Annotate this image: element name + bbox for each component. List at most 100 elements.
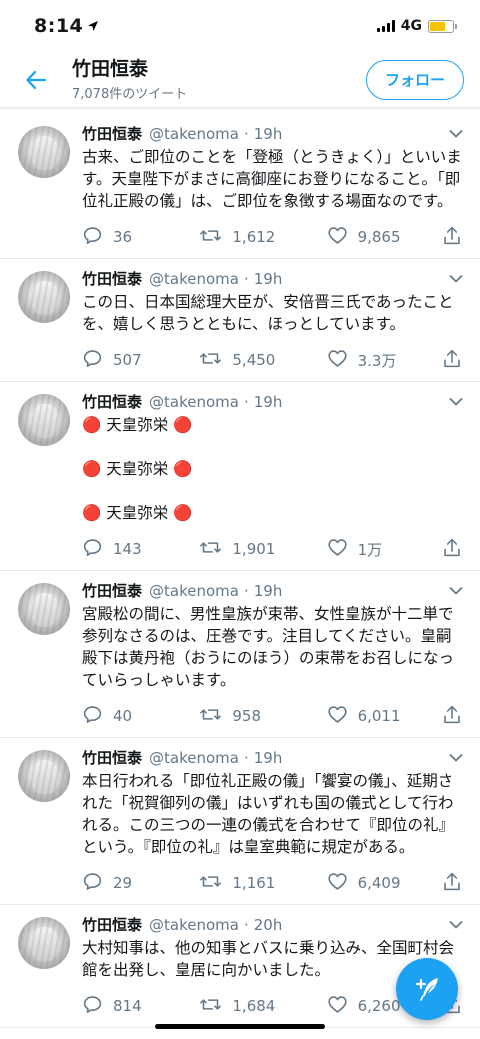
tweet[interactable]: 竹田恒泰 @takenoma · 19h 🔴 天皇弥栄 🔴 🔴 天皇弥栄 🔴 🔴 天皇弥… [0, 382, 480, 571]
timeline: 竹田恒泰 @takenoma · 19h 古来、ご即位のことを「登極（とうきょく）」とい… [0, 114, 480, 1028]
share-button[interactable] [442, 704, 462, 729]
reply-button[interactable]: 29 [82, 871, 199, 896]
reply-count: 36 [113, 228, 133, 246]
like-button[interactable]: 3.3万 [327, 348, 442, 373]
tweet[interactable]: 竹田恒泰 @takenoma · 19h 宮殿松の間に、男性皇族が束帯、女性皇族が十二単… [0, 571, 480, 738]
network-label: 4G [400, 18, 422, 34]
retweet-icon [199, 871, 222, 896]
like-button[interactable]: 6,409 [327, 871, 442, 896]
tweet-author-name[interactable]: 竹田恒泰 [82, 124, 142, 144]
reply-icon [82, 994, 103, 1019]
tweet-timestamp: 19h [253, 270, 283, 288]
like-button[interactable]: 6,011 [327, 704, 442, 729]
tweet-text: 🔴 天皇弥栄 🔴 🔴 天皇弥栄 🔴 🔴 天皇弥栄 🔴 [82, 416, 193, 522]
follow-button[interactable]: フォロー [365, 59, 464, 100]
tweet[interactable]: 竹田恒泰 @takenoma · 19h この日、日本国総理大臣が、安倍晋三氏であったこ… [0, 259, 480, 382]
retweet-button[interactable]: 1,684 [199, 994, 326, 1019]
tweet[interactable]: 竹田恒泰 @takenoma · 19h 本日行われる「即位礼正殿の儀」「饗宴の儀」、延… [0, 738, 480, 905]
retweet-button[interactable]: 1,901 [199, 537, 326, 562]
chevron-down-icon[interactable] [446, 748, 466, 768]
avatar[interactable] [18, 583, 70, 635]
retweet-button[interactable]: 958 [199, 704, 326, 729]
retweet-button[interactable]: 1,612 [199, 225, 326, 250]
tweet[interactable]: 竹田恒泰 @takenoma · 19h 古来、ご即位のことを「登極（とうきょく）」とい… [0, 114, 480, 259]
share-icon [442, 225, 462, 250]
tweet-header: 竹田恒泰 @takenoma · 19h [82, 581, 466, 601]
battery-icon [428, 19, 457, 33]
share-button[interactable] [442, 871, 462, 896]
tweet-count: 7,078件のツイート [72, 87, 188, 102]
share-icon [442, 704, 462, 729]
like-count: 6,260 [357, 997, 401, 1015]
status-time: 8:14 [34, 15, 99, 37]
share-icon [442, 348, 462, 373]
tweet-text: この日、日本国総理大臣が、安倍晋三氏であったことを、嬉しく思うとともに、ほっとし… [82, 293, 454, 333]
retweet-button[interactable]: 5,450 [199, 348, 326, 373]
reply-count: 814 [113, 997, 142, 1015]
like-button[interactable]: 9,865 [327, 225, 442, 250]
tweet-header: 竹田恒泰 @takenoma · 19h [82, 748, 466, 768]
tweet-timestamp: 19h [253, 393, 283, 411]
like-count: 3.3万 [357, 351, 397, 370]
separator-dot: · [243, 916, 249, 934]
retweet-icon [199, 225, 222, 250]
retweet-button[interactable]: 1,161 [199, 871, 326, 896]
retweet-icon [199, 348, 222, 373]
chevron-down-icon[interactable] [446, 915, 466, 935]
clock-text: 8:14 [34, 15, 84, 37]
tweet-author-handle: @takenoma [149, 582, 239, 600]
compose-feather-icon [415, 978, 438, 1001]
tweet-header: 竹田恒泰 @takenoma · 19h [82, 269, 466, 289]
heart-icon [327, 537, 348, 562]
tweet-text: 宮殿松の間に、男性皇族が束帯、女性皇族が十二単で参列なさるのは、圧巻です。注目し… [82, 605, 455, 689]
separator-dot: · [243, 270, 249, 288]
tweet-author-name[interactable]: 竹田恒泰 [82, 269, 142, 289]
avatar[interactable] [18, 394, 70, 446]
tweet-author-name[interactable]: 竹田恒泰 [82, 915, 142, 935]
share-button[interactable] [442, 537, 462, 562]
tweet-text: 本日行われる「即位礼正殿の儀」「饗宴の儀」、延期された「祝賀御列の儀」はいずれも… [82, 772, 455, 856]
tweet-author-handle: @takenoma [149, 749, 239, 767]
avatar[interactable] [18, 917, 70, 969]
tweet-author-handle: @takenoma [149, 916, 239, 934]
tweet-author-name[interactable]: 竹田恒泰 [82, 748, 142, 768]
reply-icon [82, 704, 103, 729]
share-button[interactable] [442, 225, 462, 250]
tweet-author-handle: @takenoma [149, 393, 239, 411]
chevron-down-icon[interactable] [446, 581, 466, 601]
reply-button[interactable]: 36 [82, 225, 199, 250]
tweet-author-handle: @takenoma [149, 270, 239, 288]
like-button[interactable]: 1万 [327, 537, 442, 562]
avatar[interactable] [18, 750, 70, 802]
tweet-timestamp: 19h [253, 125, 283, 143]
tweet-actions: 40 958 6,011 [82, 695, 466, 737]
reply-count: 29 [113, 874, 133, 892]
reply-button[interactable]: 40 [82, 704, 199, 729]
reply-button[interactable]: 814 [82, 994, 199, 1019]
retweet-count: 1,684 [232, 997, 276, 1015]
share-button[interactable] [442, 348, 462, 373]
profile-title: 竹田恒泰 [72, 58, 149, 80]
avatar[interactable] [18, 271, 70, 323]
chevron-down-icon[interactable] [446, 269, 466, 289]
heart-icon [327, 225, 348, 250]
avatar[interactable] [18, 126, 70, 178]
signal-icon [376, 20, 395, 32]
retweet-count: 1,612 [232, 228, 276, 246]
retweet-icon [199, 994, 222, 1019]
separator-dot: · [243, 393, 249, 411]
like-count: 6,011 [357, 707, 401, 725]
chevron-down-icon[interactable] [446, 392, 466, 412]
reply-button[interactable]: 507 [82, 348, 199, 373]
separator-dot: · [243, 749, 249, 767]
back-button[interactable] [22, 66, 50, 94]
home-indicator[interactable] [155, 1024, 325, 1029]
compose-tweet-button[interactable] [396, 958, 458, 1020]
chevron-down-icon[interactable] [446, 124, 466, 144]
reply-button[interactable]: 143 [82, 537, 199, 562]
tweet-author-name[interactable]: 竹田恒泰 [82, 581, 142, 601]
tweet-author-name[interactable]: 竹田恒泰 [82, 392, 142, 412]
tweet-header: 竹田恒泰 @takenoma · 19h [82, 392, 466, 412]
tweet-header: 竹田恒泰 @takenoma · 19h [82, 124, 466, 144]
profile-header: 竹田恒泰 7,078件のツイート フォロー [0, 52, 480, 108]
